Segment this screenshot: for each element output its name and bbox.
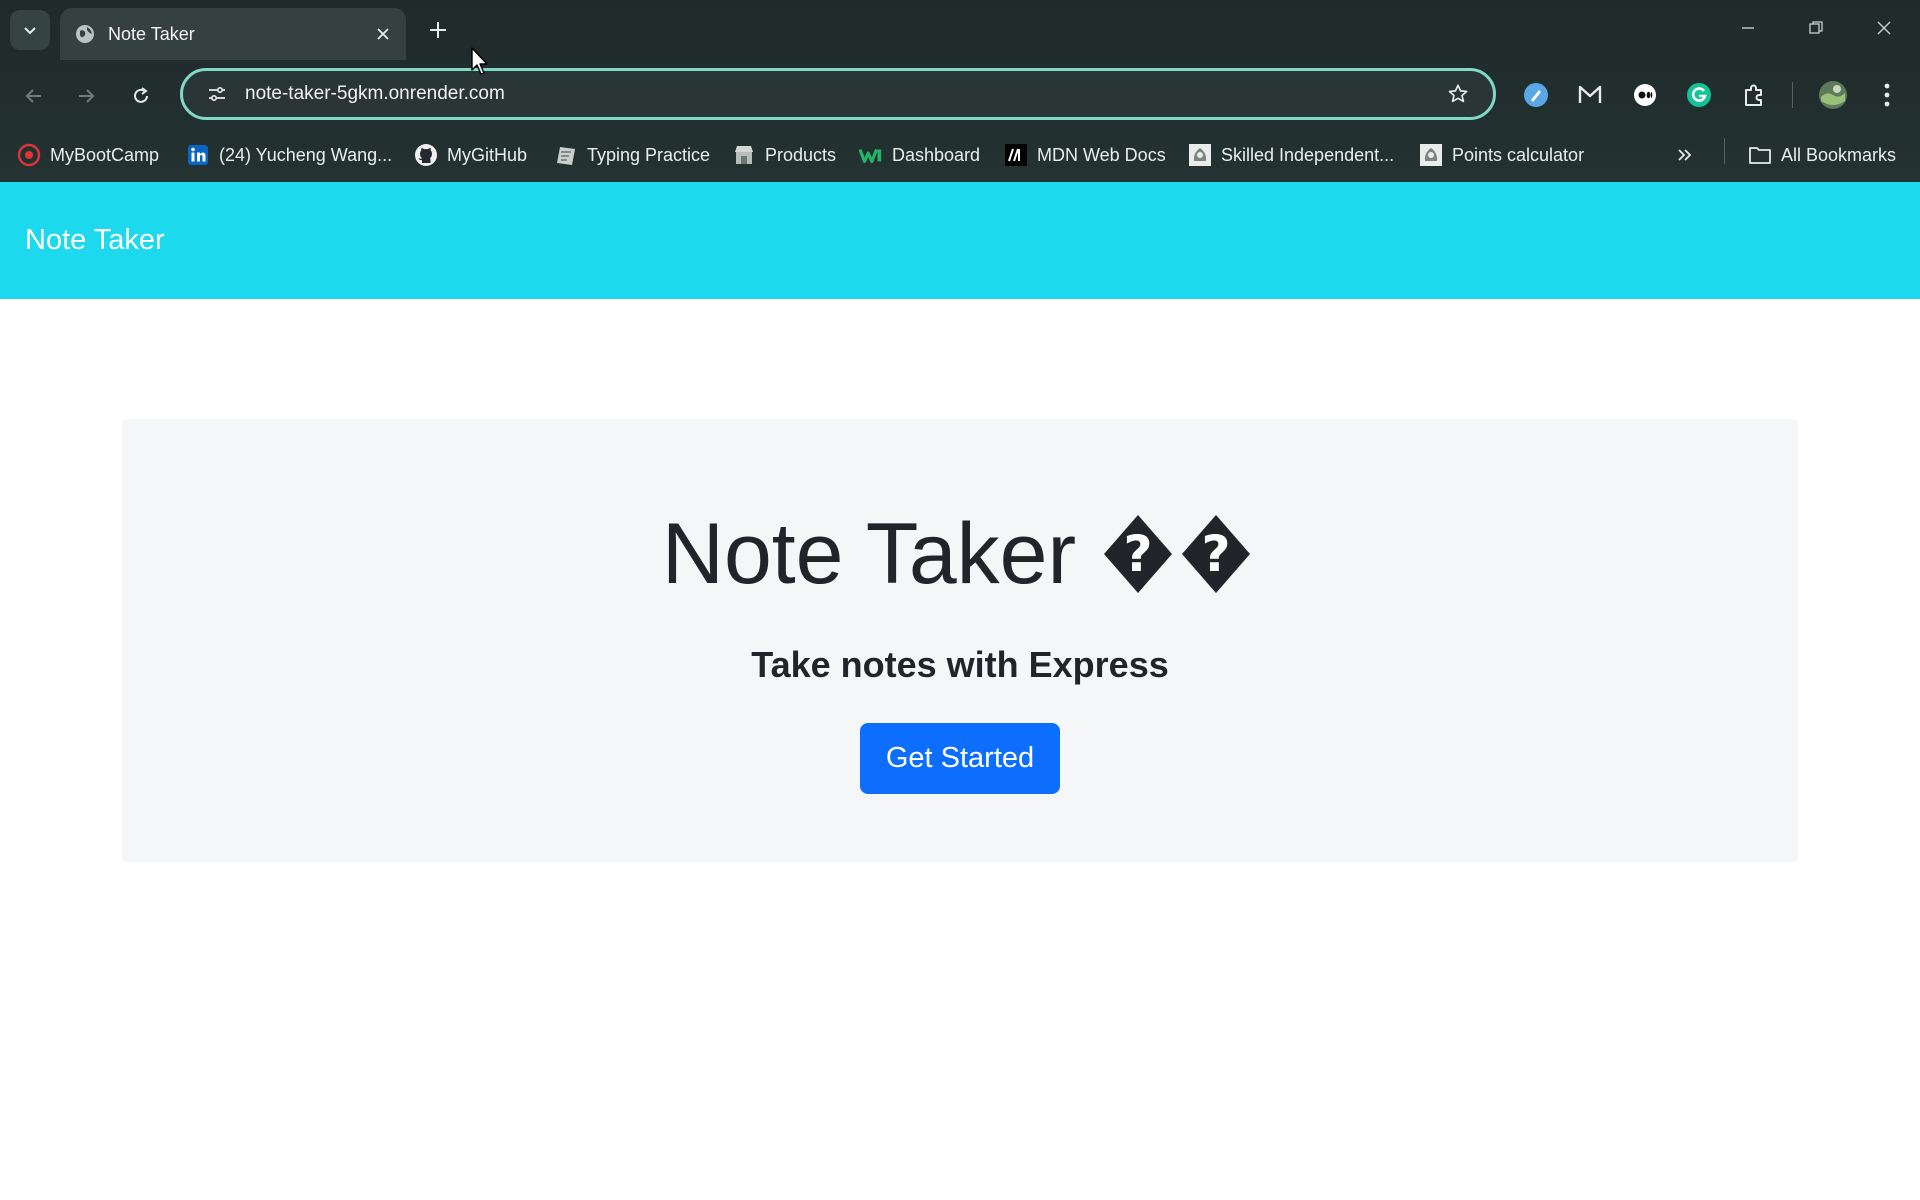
navbar-brand[interactable]: Note Taker xyxy=(25,224,165,257)
bookmark-label: Dashboard xyxy=(892,144,981,165)
minimize-button[interactable] xyxy=(1720,8,1776,48)
bootcamp-icon xyxy=(17,143,41,167)
typing-icon xyxy=(554,143,578,167)
profile-avatar[interactable] xyxy=(1814,76,1852,114)
bookmark-label: Points calculator xyxy=(1452,144,1585,165)
tab-note-taker[interactable]: Note Taker xyxy=(60,8,406,60)
new-tab-button[interactable] xyxy=(420,12,456,48)
replacement-character-icon: ? xyxy=(1182,515,1251,593)
tab-title: Note Taker xyxy=(108,23,195,44)
site-info-icon[interactable] xyxy=(189,71,245,117)
reload-icon xyxy=(134,87,148,103)
minimize-icon xyxy=(1742,27,1754,29)
bookmark-label: (24) Yucheng Wang... xyxy=(219,144,393,165)
all-bookmarks-button[interactable]: All Bookmarks xyxy=(1748,136,1896,174)
close-icon xyxy=(1877,21,1891,35)
site-navbar: Note Taker xyxy=(0,182,1920,299)
store-icon xyxy=(732,143,756,167)
grammarly-icon[interactable] xyxy=(1680,76,1718,114)
extension-pen-icon[interactable] xyxy=(1517,76,1555,114)
page-viewport: Note Taker Note Taker ? ? Take notes wit… xyxy=(0,182,1920,1200)
hero-title: Note Taker ? ? xyxy=(662,499,1258,609)
bookmark-label: Typing Practice xyxy=(587,144,711,165)
svg-text:?: ? xyxy=(1202,525,1231,583)
plus-icon xyxy=(430,22,446,38)
restore-button[interactable] xyxy=(1788,8,1844,48)
bookmark-products[interactable]: Products xyxy=(732,136,836,174)
replacement-character-icon: ? xyxy=(1104,515,1173,593)
toolbar-divider xyxy=(1792,82,1793,108)
bookmark-label: Products xyxy=(765,144,837,165)
w-icon xyxy=(859,143,883,167)
mdn-icon xyxy=(1004,143,1028,167)
hero-subtitle: Take notes with Express xyxy=(751,644,1169,685)
bookmark-linkedin[interactable]: (24) Yucheng Wang... xyxy=(186,136,392,174)
forward-button[interactable] xyxy=(66,76,106,116)
hero-jumbotron: Note Taker ? ? Take notes with Express G… xyxy=(122,419,1798,862)
double-chevron-right-icon xyxy=(1678,149,1692,161)
back-button[interactable] xyxy=(14,76,54,116)
bookmarks-overflow-button[interactable] xyxy=(1676,136,1694,174)
svg-text:?: ? xyxy=(1124,525,1153,583)
arrow-left-icon xyxy=(25,89,41,103)
close-window-button[interactable] xyxy=(1856,8,1912,48)
globe-icon xyxy=(76,25,94,43)
url-text: note-taker-5gkm.onrender.com xyxy=(245,83,505,104)
bookmark-label: Skilled Independent... xyxy=(1221,144,1395,165)
address-bar[interactable]: note-taker-5gkm.onrender.com xyxy=(180,68,1496,120)
replacement-glyphs: ? ? xyxy=(1102,513,1258,595)
bookmark-label: MDN Web Docs xyxy=(1037,144,1166,165)
bookmark-mybootcamp[interactable]: MyBootCamp xyxy=(17,136,159,174)
bookmarks-divider xyxy=(1724,138,1725,164)
folder-icon xyxy=(1748,143,1772,167)
gov-crest-icon xyxy=(1188,143,1212,167)
get-started-button[interactable]: Get Started xyxy=(860,723,1060,794)
bookmark-label: MyGitHub xyxy=(447,144,528,165)
linkedin-icon xyxy=(186,143,210,167)
restore-icon xyxy=(1809,21,1823,34)
bookmark-star-icon[interactable] xyxy=(1435,71,1481,117)
reload-button[interactable] xyxy=(121,76,161,116)
mouse-cursor-icon xyxy=(471,47,488,75)
tab-strip: Note Taker xyxy=(0,0,1920,60)
extensions-puzzle-icon[interactable] xyxy=(1735,76,1773,114)
all-bookmarks-label: All Bookmarks xyxy=(1781,144,1897,165)
hero-title-text: Note Taker xyxy=(661,505,1077,602)
bookmark-label: MyBootCamp xyxy=(50,144,160,165)
bookmark-typing-practice[interactable]: Typing Practice xyxy=(554,136,710,174)
github-icon xyxy=(414,143,438,167)
gov-crest-icon xyxy=(1419,143,1443,167)
arrow-right-icon xyxy=(79,89,95,103)
bookmark-dashboard[interactable]: Dashboard xyxy=(859,136,980,174)
extension-medium-icon[interactable] xyxy=(1626,76,1664,114)
bookmark-skilled-independent[interactable]: Skilled Independent... xyxy=(1188,136,1394,174)
bookmark-points-calculator[interactable]: Points calculator xyxy=(1419,136,1584,174)
tab-search-button[interactable] xyxy=(10,10,50,50)
bookmarks-bar: MyBootCamp (24) Yucheng Wang... MyGitHub… xyxy=(0,130,1920,182)
menu-kebab-icon[interactable] xyxy=(1868,76,1906,114)
bookmark-mdn[interactable]: MDN Web Docs xyxy=(1004,136,1166,174)
bookmark-mygithub[interactable]: MyGitHub xyxy=(414,136,527,174)
close-tab-icon[interactable] xyxy=(366,17,400,51)
browser-chrome: Note Taker note-taker-5gkm.onrender.com xyxy=(0,0,1920,182)
extension-m-icon[interactable] xyxy=(1571,76,1609,114)
chevron-down-icon xyxy=(24,27,36,35)
